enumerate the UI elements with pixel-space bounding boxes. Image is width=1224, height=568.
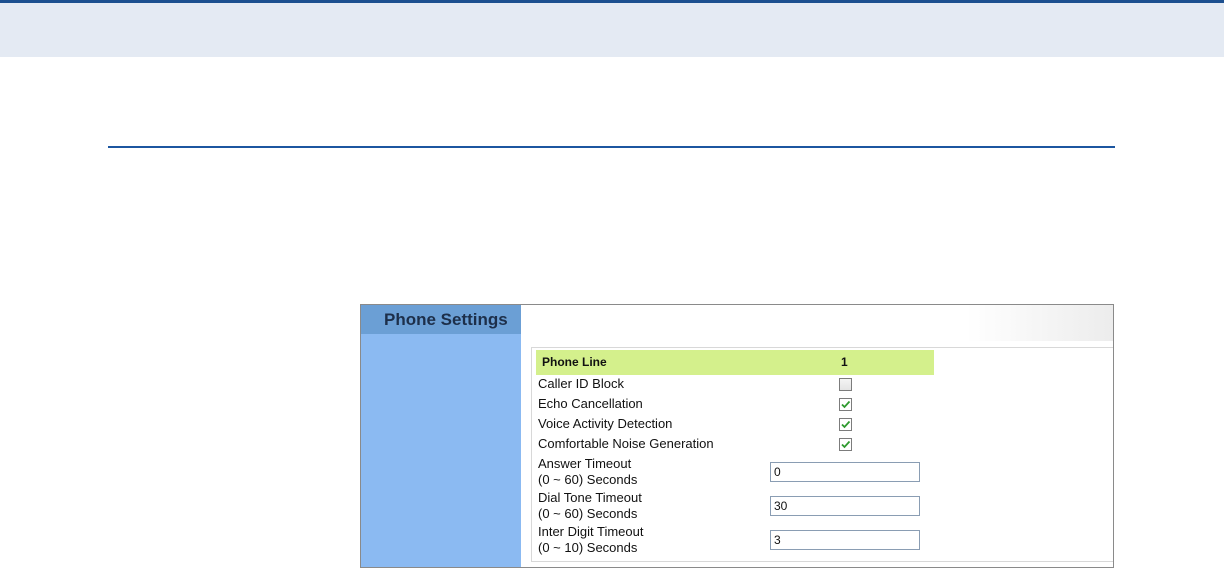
comfortable-noise-generation-checkbox[interactable]: [839, 438, 852, 451]
answer-timeout-range: (0 ~ 60) Seconds: [538, 472, 638, 487]
inter-digit-timeout-input[interactable]: [770, 530, 920, 550]
checkmark-icon: [841, 440, 851, 449]
answer-timeout-label: Answer Timeout: [538, 456, 632, 471]
dial-tone-timeout-input[interactable]: [770, 496, 920, 516]
inter-digit-timeout-label: Inter Digit Timeout: [538, 524, 644, 539]
dial-tone-timeout-range: (0 ~ 60) Seconds: [538, 506, 638, 521]
section-rule: [108, 146, 1115, 148]
caller-id-block-label: Caller ID Block: [538, 376, 624, 391]
phone-line-header-value: 1: [841, 355, 848, 369]
sidebar: Phone Settings: [361, 305, 521, 567]
checkmark-icon: [841, 420, 851, 429]
caller-id-block-checkbox[interactable]: [839, 378, 852, 391]
sidebar-title: Phone Settings: [361, 305, 521, 334]
content-header-strip: [521, 305, 1113, 341]
settings-panel: Phone Line 1 Caller ID Block Echo Cancel…: [531, 347, 1113, 562]
voice-activity-detection-checkbox[interactable]: [839, 418, 852, 431]
answer-timeout-input[interactable]: [770, 462, 920, 482]
phone-line-header-label: Phone Line: [542, 355, 607, 369]
phone-settings-screenshot: Phone Settings Phone Line 1 Caller ID Bl…: [360, 304, 1114, 568]
voice-activity-detection-label: Voice Activity Detection: [538, 416, 673, 431]
echo-cancellation-checkbox[interactable]: [839, 398, 852, 411]
echo-cancellation-label: Echo Cancellation: [538, 396, 643, 411]
comfortable-noise-generation-label: Comfortable Noise Generation: [538, 436, 714, 451]
checkmark-icon: [841, 400, 851, 409]
dial-tone-timeout-label: Dial Tone Timeout: [538, 490, 642, 505]
inter-digit-timeout-range: (0 ~ 10) Seconds: [538, 540, 638, 555]
page-header-band: [0, 0, 1224, 57]
table-header-row: Phone Line 1: [536, 350, 934, 375]
